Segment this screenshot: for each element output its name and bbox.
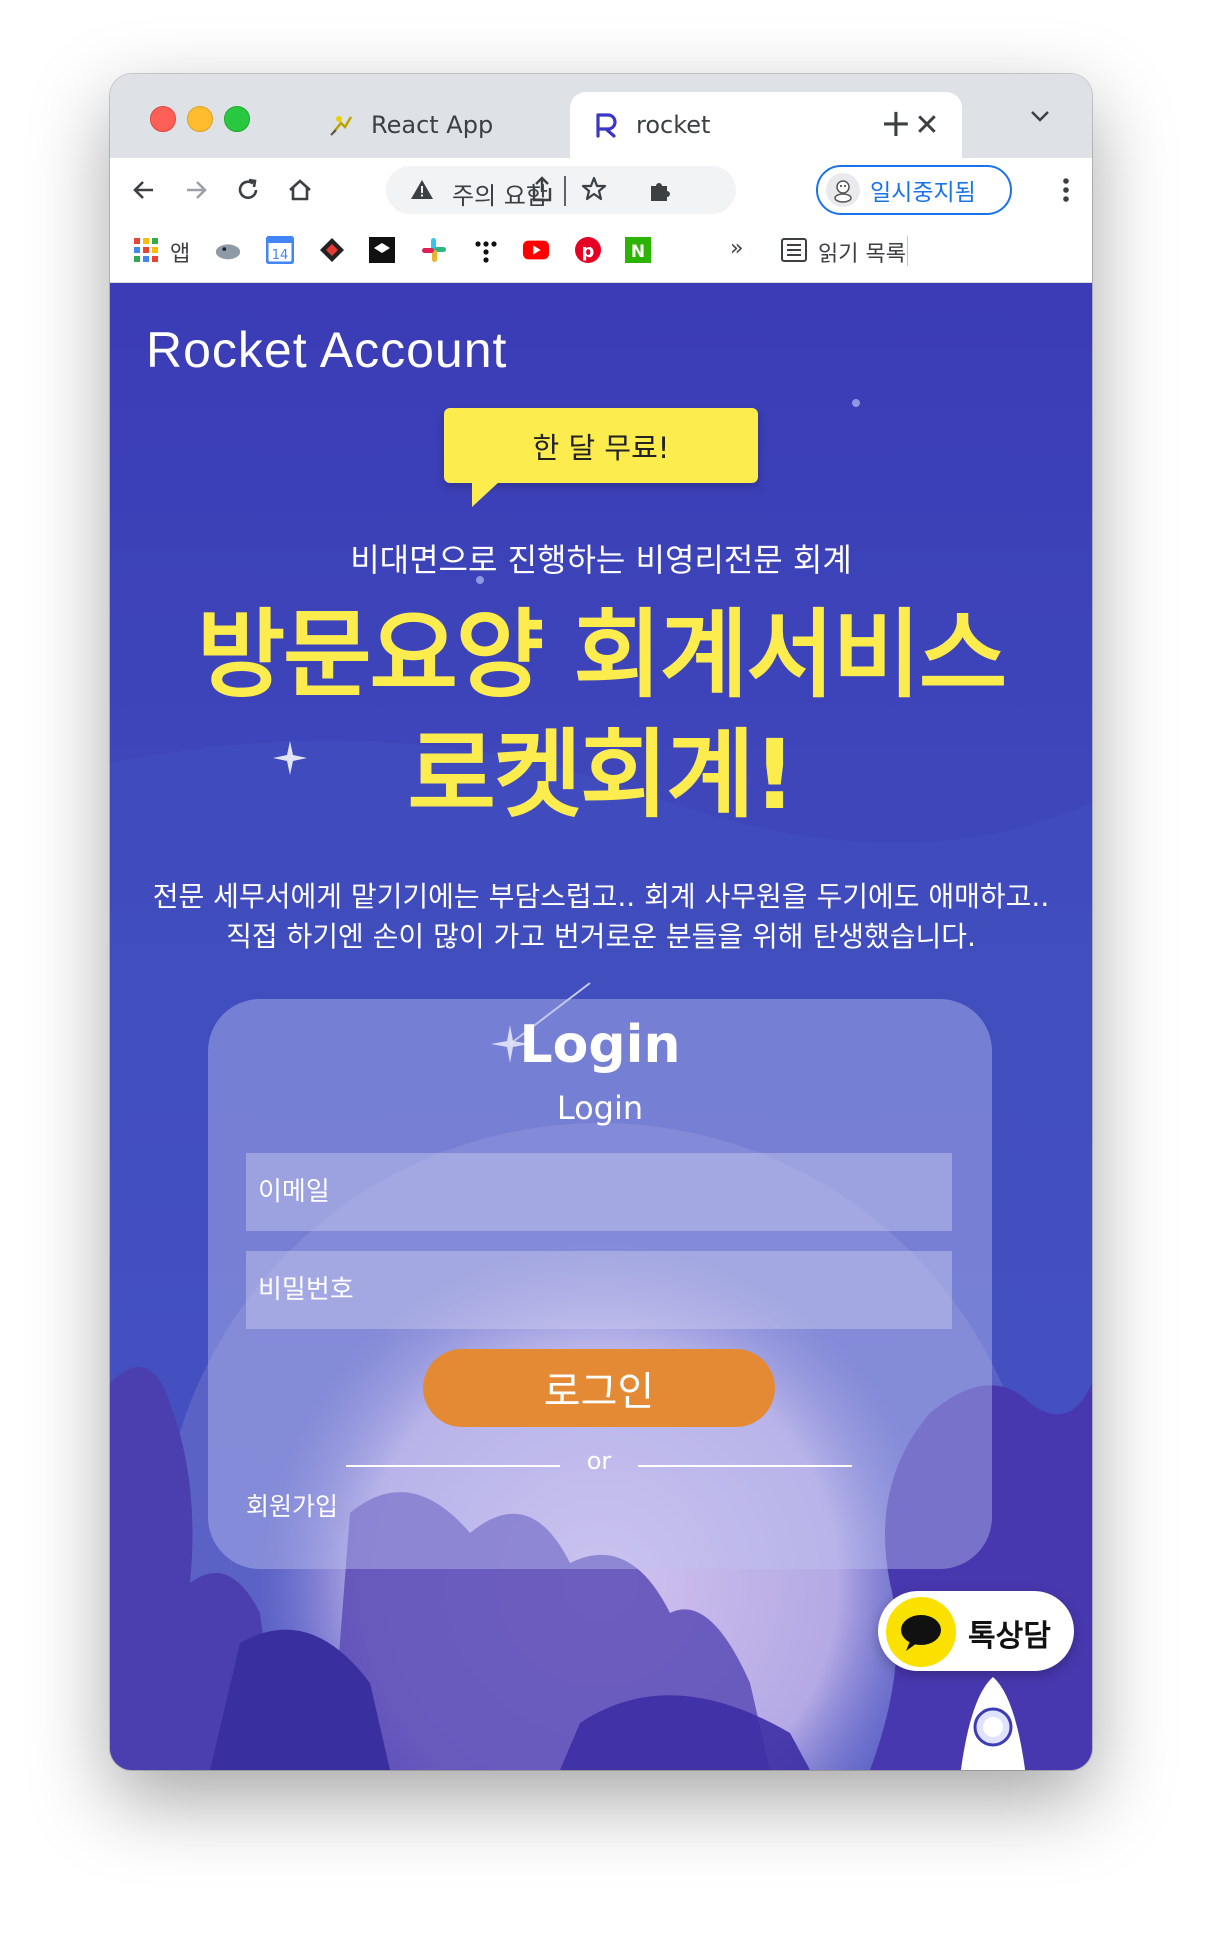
diamond-bookmark-icon[interactable] [318, 236, 346, 264]
login-title: Login [519, 1015, 681, 1075]
tab-title: React App [371, 111, 494, 139]
password-input[interactable] [246, 1251, 952, 1329]
dots-bookmark-icon[interactable] [472, 236, 500, 264]
react-app-favicon-icon [327, 111, 355, 139]
kakao-chat-label: 톡상담 [968, 1619, 1051, 1654]
minimize-window-button[interactable] [187, 106, 213, 132]
home-icon[interactable] [280, 170, 320, 210]
headline-line-1: 방문요양 회계서비스 [196, 599, 1007, 711]
rocket-account-logo[interactable]: Rocket Account [146, 321, 507, 379]
profile-status-label: 일시중지됨 [870, 180, 976, 206]
hero-description: 전문 세무서에게 맡기기에는 부담스럽고.. 회계 사무원을 두기에도 애매하고… [152, 880, 1050, 953]
share-icon[interactable] [522, 169, 562, 209]
naver-bookmark-icon[interactable]: N [624, 236, 652, 264]
hero-headline: 방문요양 회계서비스 로켓회계! [110, 595, 1092, 835]
bookmark-star-icon[interactable] [574, 169, 614, 209]
tab-strip: React App ✕ rocket ✕ + [110, 74, 1092, 158]
apps-grid-icon[interactable] [132, 236, 160, 264]
bookmarks-divider [907, 236, 908, 266]
maximize-window-button[interactable] [224, 106, 250, 132]
calendar-day-text: 14 [272, 248, 289, 263]
login-button[interactable]: 로그인 [423, 1349, 775, 1427]
black-square-bookmark-icon[interactable] [368, 236, 396, 264]
youtube-bookmark-icon[interactable] [522, 236, 550, 264]
profile-avatar-icon [826, 173, 860, 207]
reading-list-icon[interactable] [780, 236, 808, 264]
rocket-favicon-icon [592, 111, 620, 139]
naver-letter-text: N [631, 242, 645, 262]
svg-text:p: p [582, 241, 595, 262]
kebab-menu-icon[interactable] [1046, 170, 1086, 210]
forward-arrow-icon[interactable] [176, 170, 216, 210]
page-content: Rocket Account 한 달 무료! 비대면으로 진행하는 비영리전문 … [110, 283, 1092, 1770]
browser-toolbar: 주의 요함 일시중지됨 [110, 158, 1092, 220]
divider-line-right [638, 1465, 852, 1467]
profile-button[interactable]: 일시중지됨 [816, 165, 1012, 215]
rocket-illustration-icon [960, 1677, 1026, 1770]
email-input[interactable] [246, 1153, 952, 1231]
browser-window: React App ✕ rocket ✕ + [110, 74, 1092, 1770]
apps-label[interactable]: 앱 [170, 236, 190, 268]
divider-line-left [346, 1465, 560, 1467]
signup-link[interactable]: 회원가입 [246, 1487, 338, 1523]
free-month-badge: 한 달 무료! [444, 408, 758, 483]
tab-title: rocket [636, 111, 711, 139]
login-subtitle: Login [556, 1089, 644, 1127]
reading-list-label[interactable]: 읽기 목록 [818, 236, 906, 268]
chevron-down-icon[interactable] [1030, 108, 1050, 127]
back-arrow-icon[interactable] [124, 170, 164, 210]
slack-bookmark-icon[interactable] [420, 236, 448, 264]
text-cursor [564, 176, 566, 206]
reload-icon[interactable] [228, 170, 268, 210]
pinterest-bookmark-icon[interactable]: p [574, 236, 602, 264]
hero-subtitle: 비대면으로 진행하는 비영리전문 회계 [350, 541, 852, 579]
or-divider-text: or [586, 1447, 612, 1475]
close-tab-icon[interactable]: ✕ [910, 108, 944, 143]
warning-icon[interactable] [410, 178, 434, 204]
bookmarks-overflow-icon[interactable]: » [730, 236, 743, 261]
headline-line-2: 로켓회계! [407, 719, 796, 831]
login-card: Login Login 로그인 or 회원가입 [208, 999, 992, 1569]
calendar-bookmark-icon[interactable]: 14 [266, 236, 294, 264]
extensions-puzzle-icon[interactable] [640, 170, 680, 210]
bird-bookmark-icon[interactable] [214, 236, 242, 264]
badge-tail [472, 481, 500, 507]
new-tab-icon[interactable]: + [880, 104, 912, 142]
close-window-button[interactable] [150, 106, 176, 132]
kakao-chat-button[interactable]: 톡상담 [878, 1591, 1074, 1671]
kakao-chat-icon [886, 1597, 956, 1667]
bookmarks-bar: 앱 14 p N » 읽기 목록 [110, 220, 1092, 283]
